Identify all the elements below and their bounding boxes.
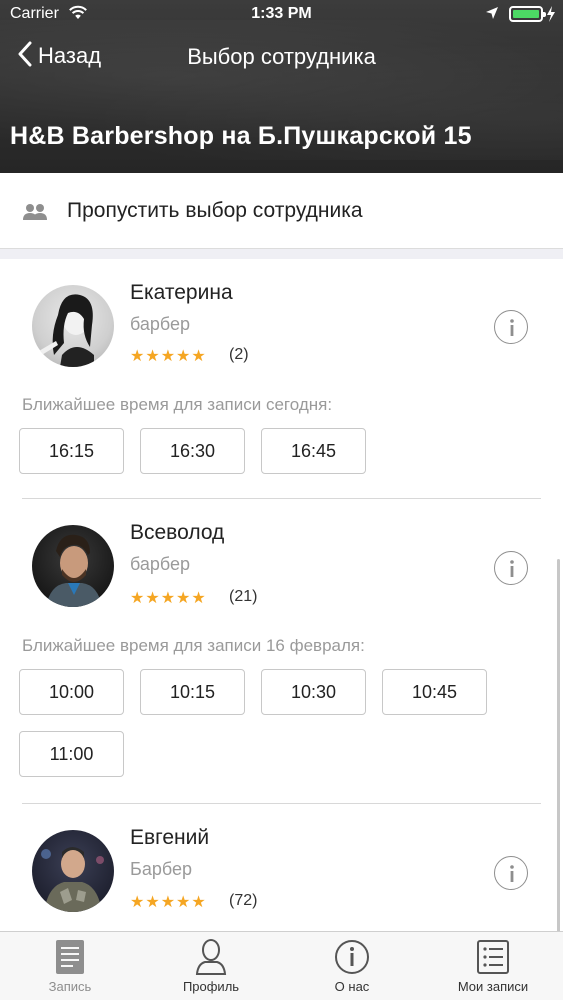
time-slot[interactable]: 10:00	[19, 669, 124, 715]
info-button[interactable]	[494, 551, 528, 585]
list-icon	[475, 938, 511, 981]
staff-role: барбер	[130, 554, 191, 574]
review-count: (21)	[229, 588, 258, 605]
status-bar: Carrier 1:33 PM	[0, 0, 563, 30]
tab-profile[interactable]: Профиль	[141, 932, 281, 1000]
staff-name: Евгений	[130, 826, 210, 849]
staff-role: барбер	[130, 314, 191, 334]
tab-bar: Запись Профиль О нас Мои записи	[0, 931, 563, 1000]
time-slot[interactable]: 10:15	[140, 669, 245, 715]
time-slot[interactable]: 10:30	[261, 669, 366, 715]
skip-label: Пропустить выбор сотрудника	[67, 199, 363, 222]
staff-list[interactable]: Екатерина барбер ★★★★★ (2) Ближайшее вре…	[0, 259, 563, 931]
page-title: Выбор сотрудника	[187, 44, 376, 69]
divider	[22, 498, 541, 499]
tab-about[interactable]: О нас	[282, 932, 422, 1000]
info-icon	[510, 865, 514, 882]
time-slot[interactable]: 11:00	[19, 731, 124, 777]
time-slot[interactable]: 16:15	[19, 428, 124, 474]
tab-label: Мои записи	[457, 979, 529, 994]
scrollbar[interactable]	[557, 559, 560, 931]
staff-name: Всеволод	[130, 521, 225, 544]
tab-label: Профиль	[182, 979, 240, 994]
nearest-time-label: Ближайшее время для записи 16 февраля:	[22, 636, 365, 655]
review-count: (72)	[229, 892, 258, 909]
time-slot[interactable]: 16:45	[261, 428, 366, 474]
staff-role: Барбер	[130, 859, 192, 879]
review-count: (2)	[229, 346, 249, 363]
tab-label: Запись	[48, 979, 92, 994]
battery-icon	[509, 6, 546, 22]
tab-booking[interactable]: Запись	[0, 932, 140, 1000]
time-slot[interactable]: 10:45	[382, 669, 487, 715]
avatar	[32, 830, 114, 912]
rating-stars: ★★★★★	[130, 348, 207, 365]
nearest-time-label: Ближайшее время для записи сегодня:	[22, 395, 333, 414]
header: Carrier 1:33 PM Назад Выбор сотрудника H…	[0, 0, 563, 173]
info-button[interactable]	[494, 856, 528, 890]
rating-stars: ★★★★★	[130, 894, 207, 911]
info-icon	[510, 560, 514, 577]
staff-name: Екатерина	[130, 281, 233, 304]
section-gap	[0, 249, 563, 259]
booking-icon	[52, 938, 88, 981]
shop-title: H&B Barbershop на Б.Пушкарской 15	[10, 122, 472, 150]
people-icon	[22, 203, 48, 226]
clock: 1:33 PM	[251, 5, 312, 22]
info-button[interactable]	[494, 310, 528, 344]
location-arrow-icon	[485, 6, 499, 25]
rating-stars: ★★★★★	[130, 590, 207, 607]
time-slot[interactable]: 16:30	[140, 428, 245, 474]
divider	[22, 803, 541, 804]
tab-my-bookings[interactable]: Мои записи	[423, 932, 563, 1000]
skip-staff-selection-row[interactable]: Пропустить выбор сотрудника	[0, 173, 563, 249]
charging-icon	[546, 6, 556, 27]
avatar	[32, 525, 114, 607]
info-icon	[510, 319, 514, 336]
profile-icon	[193, 938, 229, 981]
avatar	[32, 285, 114, 367]
tab-label: О нас	[334, 979, 370, 994]
info-icon	[334, 938, 370, 981]
